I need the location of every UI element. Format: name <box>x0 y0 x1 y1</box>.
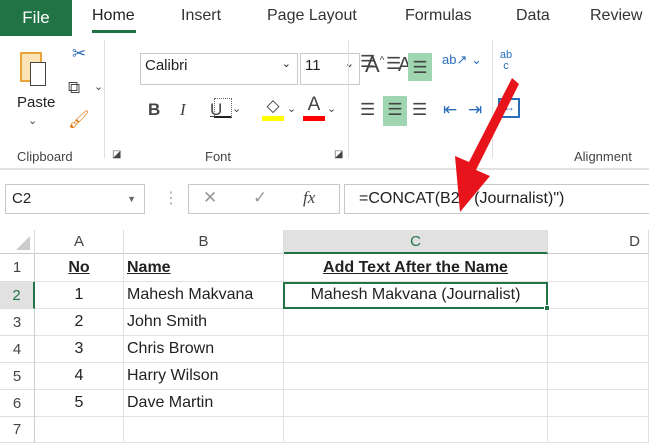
arrow-shape <box>455 78 519 212</box>
red-arrow-annotation <box>455 78 519 212</box>
